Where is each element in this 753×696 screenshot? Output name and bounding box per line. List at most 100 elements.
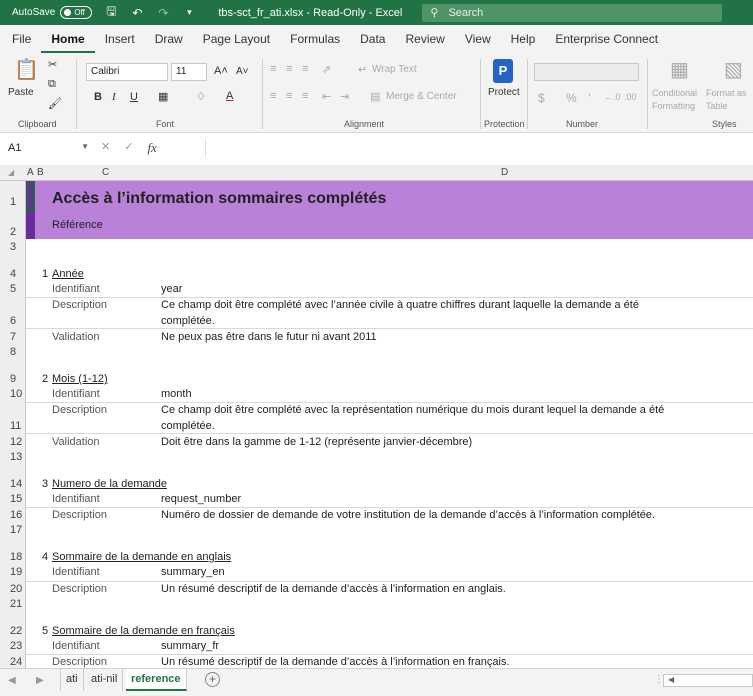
save-icon[interactable]: 🖫: [104, 2, 118, 23]
redo-icon[interactable]: ↷: [156, 6, 170, 20]
tab-home[interactable]: Home: [41, 25, 95, 53]
paste-icon[interactable]: 📋: [14, 57, 39, 82]
cut-icon[interactable]: ✂: [48, 58, 57, 71]
horizontal-scrollbar[interactable]: ◀: [663, 674, 753, 687]
paste-button[interactable]: Paste: [8, 87, 34, 98]
underline-button[interactable]: U: [130, 91, 138, 103]
increase-decimal-icon[interactable]: ←.0: [604, 92, 621, 102]
active-cell-a1[interactable]: [27, 182, 35, 212]
search-box[interactable]: ⚲ Search: [422, 3, 723, 22]
tab-draw[interactable]: Draw: [145, 25, 193, 53]
font-color-icon[interactable]: A: [226, 90, 233, 102]
italic-button[interactable]: I: [112, 91, 116, 103]
column-header-d[interactable]: D: [501, 167, 508, 178]
bold-button[interactable]: B: [94, 91, 102, 103]
row-header[interactable]: 5: [0, 283, 26, 295]
tab-data[interactable]: Data: [350, 25, 395, 53]
insert-function-button[interactable]: fx: [147, 140, 156, 156]
bottom-align-icon[interactable]: ≡: [302, 63, 308, 75]
merge-center-button[interactable]: Merge & Center: [386, 91, 457, 102]
comma-style-button[interactable]: ’: [588, 91, 591, 105]
conditional-formatting-icon[interactable]: ▦: [670, 57, 689, 82]
formula-input[interactable]: [205, 139, 753, 157]
sheet-tab-ati[interactable]: ati: [60, 669, 84, 691]
column-header-a[interactable]: A: [27, 167, 34, 178]
undo-icon[interactable]: ↶: [130, 6, 144, 20]
select-all-corner[interactable]: ◢: [8, 168, 14, 177]
column-header-c[interactable]: C: [102, 167, 109, 178]
row-header[interactable]: 16: [0, 509, 26, 521]
align-center-icon[interactable]: ≡: [286, 90, 292, 102]
row-header[interactable]: 4: [0, 268, 26, 280]
enter-icon[interactable]: ✓: [124, 140, 133, 156]
row-header[interactable]: 2: [0, 226, 26, 238]
scroll-right-icon[interactable]: ▶: [36, 675, 44, 686]
tab-formulas[interactable]: Formulas: [280, 25, 350, 53]
row-header[interactable]: 1: [0, 196, 26, 208]
row-header[interactable]: 10: [0, 388, 26, 400]
number-format-select[interactable]: [534, 63, 639, 81]
wrap-text-icon[interactable]: ↵: [358, 63, 367, 76]
decrease-decimal-icon[interactable]: .00: [624, 92, 637, 102]
scroll-left-icon[interactable]: ◀: [8, 675, 16, 686]
add-sheet-button[interactable]: +: [205, 672, 220, 687]
align-left-icon[interactable]: ≡: [270, 90, 276, 102]
wrap-text-button[interactable]: Wrap Text: [372, 64, 417, 75]
decrease-font-button[interactable]: A˅: [236, 66, 249, 77]
row-header[interactable]: 7: [0, 331, 26, 343]
currency-button[interactable]: $: [538, 91, 545, 105]
borders-icon[interactable]: ▦: [158, 90, 168, 103]
format-as-table-button[interactable]: Format as Table: [706, 87, 752, 113]
row-header[interactable]: 9: [0, 373, 26, 385]
row-header[interactable]: 20: [0, 583, 26, 595]
row-header[interactable]: 15: [0, 493, 26, 505]
name-box[interactable]: A1 ▼: [0, 142, 95, 154]
row-header[interactable]: 23: [0, 640, 26, 652]
row-header[interactable]: 21: [0, 598, 26, 610]
orientation-icon[interactable]: ⇗: [322, 63, 331, 76]
protect-button[interactable]: Protect: [488, 87, 520, 98]
decrease-indent-icon[interactable]: ⇤: [322, 90, 331, 103]
row-header[interactable]: 8: [0, 346, 26, 358]
tab-insert[interactable]: Insert: [95, 25, 145, 53]
sheet-tab-ati-nil[interactable]: ati-nil: [86, 669, 124, 691]
merge-center-icon[interactable]: ▤: [370, 90, 380, 103]
row-header[interactable]: 14: [0, 478, 26, 490]
font-name-select[interactable]: Calibri: [86, 63, 168, 81]
protect-icon[interactable]: P: [493, 59, 513, 83]
tab-help[interactable]: Help: [501, 25, 546, 53]
row-header[interactable]: 17: [0, 524, 26, 536]
font-size-select[interactable]: 11: [171, 63, 207, 81]
middle-align-icon[interactable]: ≡: [286, 63, 292, 75]
tab-view[interactable]: View: [455, 25, 501, 53]
row-header[interactable]: 6: [0, 315, 26, 327]
row-header[interactable]: 19: [0, 566, 26, 578]
format-as-table-icon[interactable]: ▧: [724, 57, 743, 82]
tab-file[interactable]: File: [0, 25, 41, 53]
increase-indent-icon[interactable]: ⇥: [340, 90, 349, 103]
percent-button[interactable]: %: [566, 91, 577, 105]
align-right-icon[interactable]: ≡: [302, 90, 308, 102]
row-header[interactable]: 12: [0, 436, 26, 448]
format-painter-icon[interactable]: 🖌: [48, 97, 62, 110]
sheet-tab-reference[interactable]: reference: [126, 669, 187, 691]
fill-color-icon[interactable]: ♢: [196, 90, 206, 103]
column-header-b[interactable]: B: [37, 167, 44, 178]
row-header[interactable]: 22: [0, 625, 26, 637]
row-header[interactable]: 18: [0, 551, 26, 563]
top-align-icon[interactable]: ≡: [270, 63, 276, 75]
cancel-icon[interactable]: ✕: [101, 140, 110, 156]
customize-toolbar-icon[interactable]: ▾: [182, 7, 196, 18]
tab-enterprise-connect[interactable]: Enterprise Connect: [545, 25, 668, 53]
increase-font-button[interactable]: A˄: [214, 65, 228, 77]
row-header[interactable]: 24: [0, 656, 26, 668]
scroll-left-arrow-icon[interactable]: ◀: [668, 675, 674, 684]
row-header[interactable]: 3: [0, 241, 26, 253]
tab-page-layout[interactable]: Page Layout: [193, 25, 280, 53]
autosave-toggle[interactable]: AutoSave Off: [12, 6, 93, 19]
tab-review[interactable]: Review: [395, 25, 454, 53]
conditional-formatting-button[interactable]: Conditional Formatting: [652, 87, 702, 113]
copy-icon[interactable]: ⧉: [48, 78, 56, 91]
row-header[interactable]: 13: [0, 451, 26, 463]
row-header[interactable]: 11: [0, 420, 26, 432]
